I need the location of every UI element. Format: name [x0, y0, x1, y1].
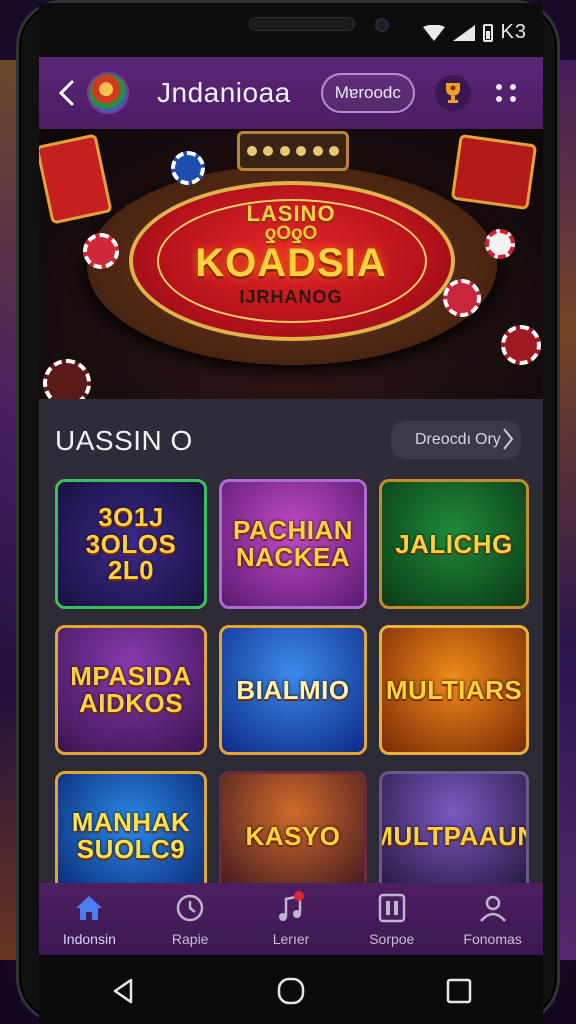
game-title: PACHIAN NACKEA: [232, 515, 354, 572]
game-tile[interactable]: BIALMIO: [219, 625, 367, 755]
screen: K3 Jndanioaa Mɐroodc LASINO ƍOƍO KOADSIA…: [39, 3, 543, 1024]
game-title: MULTPAAUN: [379, 820, 529, 851]
wifi-icon: [422, 24, 445, 41]
poker-chip-icon: [171, 151, 205, 185]
poker-chip-icon: [43, 359, 91, 399]
nav-label: Fonomas: [463, 931, 522, 947]
system-back-button[interactable]: [103, 971, 143, 1011]
game-title: MULTIARS: [385, 674, 523, 705]
speaker-grille: [249, 17, 355, 31]
poker-chip-icon: [501, 325, 541, 365]
game-title: BIALMIO: [236, 674, 350, 705]
status-bar: K3: [39, 3, 543, 57]
nav-item-recent[interactable]: Rapie: [140, 883, 241, 955]
nav-label: Lerıer: [272, 931, 310, 947]
system-nav-bar: [39, 955, 543, 1024]
bottom-nav: Indonsin Rapie Lerıer Sorpoe Fonomas: [39, 883, 543, 955]
signal-icon: [452, 24, 475, 41]
triangle-back-icon: [113, 978, 133, 1004]
home-icon: [72, 891, 106, 925]
nav-label: Indonsin: [62, 931, 116, 947]
status-icons: K3: [422, 21, 527, 44]
nav-item-home[interactable]: Indonsin: [39, 883, 140, 955]
nav-item-support[interactable]: Sorpoe: [341, 883, 442, 955]
system-home-button[interactable]: [271, 971, 311, 1011]
trophy-icon: [445, 83, 460, 103]
game-title: MPASIDA AIDKOS: [70, 661, 192, 718]
more-options-button[interactable]: [493, 75, 521, 111]
section-title: UASSIN O: [55, 425, 193, 456]
battery-icon: [482, 23, 493, 42]
view-all-label: Dreocdı: [415, 431, 472, 448]
banner-title: KOADSIA: [195, 241, 387, 285]
section-header: UASSIN O Dreocdı Ory: [39, 399, 543, 483]
nav-label: Sorpoe: [369, 931, 415, 947]
trophy-button[interactable]: [434, 75, 471, 111]
game-tile[interactable]: MPASIDA AIDKOS: [55, 625, 207, 755]
game-title: MANHAK SUOLC9: [71, 807, 191, 864]
back-button[interactable]: [47, 73, 87, 113]
chevron-left-icon: [58, 80, 74, 106]
frame-icon: [375, 891, 409, 925]
music-icon: [274, 891, 308, 925]
app-logo: [87, 72, 129, 114]
banner-subtitle: IJRHANOG: [239, 287, 343, 307]
clock-icon: [173, 891, 207, 925]
game-title: KASYO: [245, 820, 341, 851]
game-tile[interactable]: MULTPAAUN: [379, 771, 529, 883]
view-all-button[interactable]: Dreocdı Ory: [391, 421, 521, 459]
game-grid: 3O1J 3OLOS 2L0 PACHIAN NACKEA JALICHG MP…: [55, 479, 529, 883]
card-decoration-right: [450, 133, 538, 211]
game-tile[interactable]: KASYO: [219, 771, 367, 883]
dice-box-decoration: [237, 131, 349, 171]
nav-item-music[interactable]: Lerıer: [241, 883, 342, 955]
nav-item-profile[interactable]: Fonomas: [442, 883, 543, 955]
view-all-more: Ory: [475, 431, 501, 448]
profile-icon: [476, 891, 510, 925]
nav-label: Rapie: [171, 931, 209, 947]
front-camera: [375, 18, 389, 32]
square-recents-icon: [446, 978, 472, 1004]
game-tile[interactable]: PACHIAN NACKEA: [219, 479, 367, 609]
system-recents-button[interactable]: [439, 971, 479, 1011]
circle-home-icon: [277, 977, 305, 1005]
game-tile[interactable]: MULTIARS: [379, 625, 529, 755]
promo-banner[interactable]: LASINO ƍOƍO KOADSIA IJRHANOG: [39, 129, 543, 399]
phone-frame: K3 Jndanioaa Mɐroodc LASINO ƍOƍO KOADSIA…: [16, 0, 560, 1024]
game-tile[interactable]: MANHAK SUOLC9: [55, 771, 207, 883]
app-title: Jndanioaa: [157, 77, 291, 108]
game-title: 3O1J 3OLOS 2L0: [85, 502, 177, 586]
game-title: JALICHG: [395, 528, 513, 559]
chevron-right-icon: [503, 428, 514, 450]
notification-badge: [293, 891, 304, 901]
status-time: K3: [500, 21, 527, 43]
app-header: Jndanioaa Mɐroodc: [39, 57, 543, 129]
game-tile[interactable]: JALICHG: [379, 479, 529, 609]
header-pill-button[interactable]: Mɐroodc: [320, 73, 415, 113]
game-tile[interactable]: 3O1J 3OLOS 2L0: [55, 479, 207, 609]
